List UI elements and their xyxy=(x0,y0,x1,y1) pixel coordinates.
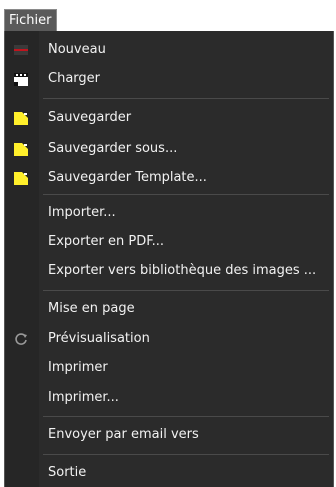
menu-item-imprimer-dialog[interactable]: Imprimer... xyxy=(5,384,333,412)
menu-separator xyxy=(43,454,329,455)
menu-item-exporter-pdf[interactable]: Exporter en PDF... xyxy=(5,228,333,256)
menu-item-label: Exporter vers bibliothèque des images ..… xyxy=(48,263,317,278)
menu-item-label: Sauvegarder sous... xyxy=(48,141,178,156)
save-as-icon xyxy=(14,143,28,156)
menu-item-label: Envoyer par email vers xyxy=(48,427,199,442)
menu-item-label: Prévisualisation xyxy=(48,331,150,346)
menu-item-label: Charger xyxy=(48,71,100,86)
menu-item-label: Mise en page xyxy=(48,301,135,316)
menu-bar: Fichier xyxy=(0,0,336,33)
menu-item-sauvegarder-template[interactable]: Sauvegarder Template... xyxy=(5,164,333,192)
menu-item-previsualisation[interactable]: Prévisualisation xyxy=(5,325,333,353)
menu-item-envoyer-email[interactable]: Envoyer par email vers xyxy=(5,421,333,449)
file-menu-dropdown: Nouveau Charger Sauvegarder Sauvegarder xyxy=(4,31,334,487)
new-document-icon xyxy=(14,45,28,55)
save-template-icon xyxy=(14,172,28,185)
load-icon xyxy=(14,73,28,86)
menu-item-sauvegarder-sous[interactable]: Sauvegarder sous... xyxy=(5,135,333,163)
menu-item-exporter-bibliotheque[interactable]: Exporter vers bibliothèque des images ..… xyxy=(5,257,333,285)
save-icon xyxy=(14,112,28,125)
menu-separator xyxy=(43,416,329,417)
menu-separator xyxy=(43,290,329,291)
menu-item-imprimer[interactable]: Imprimer xyxy=(5,354,333,382)
menu-item-mise-en-page[interactable]: Mise en page xyxy=(5,295,333,323)
menu-item-label: Imprimer xyxy=(48,360,108,375)
menu-separator xyxy=(43,194,329,195)
menu-item-label: Sortie xyxy=(48,465,87,480)
menu-item-label: Nouveau xyxy=(48,42,106,57)
menu-item-label: Exporter en PDF... xyxy=(48,234,165,249)
menu-item-sauvegarder[interactable]: Sauvegarder xyxy=(5,104,333,132)
menu-item-label: Importer... xyxy=(48,205,116,220)
menu-separator xyxy=(43,98,329,99)
menu-item-nouveau[interactable]: Nouveau xyxy=(5,36,333,64)
menu-item-charger[interactable]: Charger xyxy=(5,65,333,93)
menu-item-importer[interactable]: Importer... xyxy=(5,199,333,227)
menu-item-label: Sauvegarder Template... xyxy=(48,170,207,185)
menu-item-label: Imprimer... xyxy=(48,390,119,405)
menu-item-sortie[interactable]: Sortie xyxy=(5,459,333,487)
menu-fichier[interactable]: Fichier xyxy=(4,9,57,31)
preview-refresh-icon xyxy=(15,333,27,345)
menu-item-label: Sauvegarder xyxy=(48,110,132,125)
